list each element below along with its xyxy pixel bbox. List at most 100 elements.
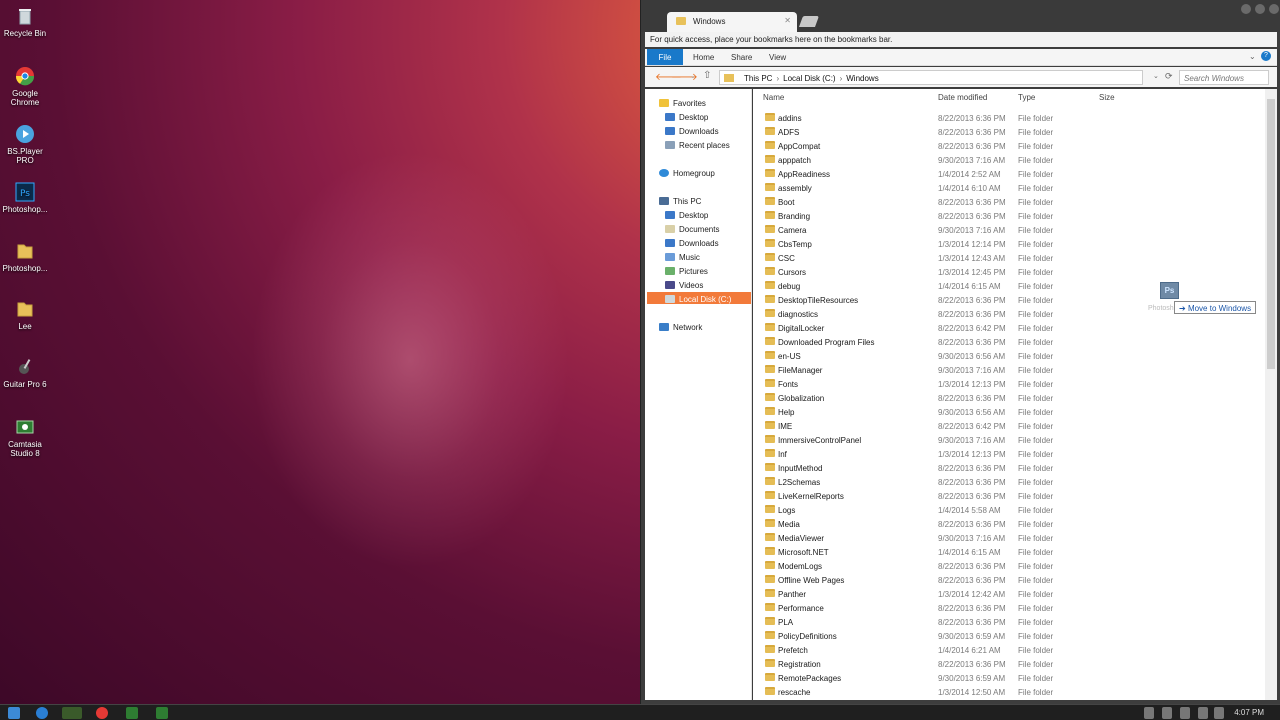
table-row[interactable]: CbsTemp 1/3/2014 12:14 PM File folder (753, 237, 1265, 251)
vertical-scrollbar[interactable] (1265, 89, 1277, 700)
nav-item-pc-desktop[interactable]: Desktop (665, 211, 708, 220)
table-row[interactable]: PolicyDefinitions 9/30/2013 6:59 AM File f… (753, 629, 1265, 643)
desktop-icon-camtasia[interactable]: Camtasia Studio 8 (0, 417, 50, 458)
breadcrumb-local-disk[interactable]: Local Disk (C:) (783, 74, 835, 83)
table-row[interactable]: en-US 9/30/2013 6:56 AM File folder (753, 349, 1265, 363)
app-icon[interactable] (62, 707, 82, 719)
help-icon[interactable]: ? (1261, 51, 1271, 61)
start-icon[interactable] (8, 707, 20, 719)
tray-icon[interactable] (1144, 707, 1154, 719)
table-row[interactable]: Offline Web Pages 8/22/2013 6:36 PM File f… (753, 573, 1265, 587)
excel-icon[interactable] (156, 707, 168, 719)
new-tab-button[interactable] (798, 16, 820, 27)
column-header-name[interactable]: Name (763, 93, 784, 102)
volume-icon[interactable] (1214, 707, 1224, 719)
desktop-icon-photoshop[interactable]: Ps Photoshop... (0, 182, 50, 214)
nav-item-videos[interactable]: Videos (665, 281, 703, 290)
nav-item-recent[interactable]: Recent places (665, 141, 730, 150)
table-row[interactable]: ADFS 8/22/2013 6:36 PM File folder (753, 125, 1265, 139)
table-row[interactable]: Registration 8/22/2013 6:36 PM File folder (753, 657, 1265, 671)
table-row[interactable]: debug 1/4/2014 6:15 AM File folder (753, 279, 1265, 293)
refresh-icon[interactable]: ⟳ (1165, 71, 1173, 82)
desktop-icon-photoshop-folder[interactable]: Photoshop... (0, 241, 50, 273)
table-row[interactable]: FileManager 9/30/2013 7:16 AM File folder (753, 363, 1265, 377)
network-tray-icon[interactable] (1198, 707, 1208, 719)
tray-icon[interactable] (1180, 707, 1190, 719)
table-row[interactable]: rescache 1/3/2014 12:50 AM File folder (753, 685, 1265, 699)
table-row[interactable]: RemotePackages 9/30/2013 6:59 AM File fold… (753, 671, 1265, 685)
ie-icon[interactable] (36, 707, 48, 719)
ribbon-tab-view[interactable]: View (769, 49, 786, 65)
table-row[interactable]: ImmersiveControlPanel 9/30/2013 7:16 AM Fi… (753, 433, 1265, 447)
table-row[interactable]: MediaViewer 9/30/2013 7:16 AM File folder (753, 531, 1265, 545)
table-row[interactable]: Boot 8/22/2013 6:36 PM File folder (753, 195, 1265, 209)
column-header-size[interactable]: Size (1099, 93, 1115, 102)
nav-homegroup[interactable]: Homegroup (659, 169, 715, 178)
table-row[interactable]: Help 9/30/2013 6:56 AM File folder (753, 405, 1265, 419)
table-row[interactable]: Panther 1/3/2014 12:42 AM File folder (753, 587, 1265, 601)
table-row[interactable]: Inf 1/3/2014 12:13 PM File folder (753, 447, 1265, 461)
table-row[interactable]: DigitalLocker 8/22/2013 6:42 PM File folde… (753, 321, 1265, 335)
nav-item-downloads[interactable]: Downloads (665, 127, 719, 136)
table-row[interactable]: LiveKernelReports 8/22/2013 6:36 PM File f… (753, 489, 1265, 503)
address-dropdown-icon[interactable]: ⌄ (1153, 72, 1159, 80)
tab-windows[interactable]: Windows ✕ (667, 12, 797, 32)
nav-item-pc-downloads[interactable]: Downloads (665, 239, 719, 248)
desktop-icon-chrome[interactable]: Google Chrome (0, 66, 50, 107)
table-row[interactable]: Logs 1/4/2014 5:58 AM File folder (753, 503, 1265, 517)
desktop-icon-recycle-bin[interactable]: Recycle Bin (0, 6, 50, 38)
recent-locations-icon[interactable]: ⌄ (690, 72, 696, 80)
table-row[interactable]: Prefetch 1/4/2014 6:21 AM File folder (753, 643, 1265, 657)
close-icon[interactable]: ✕ (784, 16, 791, 25)
nav-item-documents[interactable]: Documents (665, 225, 719, 234)
table-row[interactable]: Cursors 1/3/2014 12:45 PM File folder (753, 265, 1265, 279)
nav-item-local-disk[interactable]: Local Disk (C:) (665, 295, 731, 304)
table-row[interactable]: PLA 8/22/2013 6:36 PM File folder (753, 615, 1265, 629)
table-row[interactable]: AppReadiness 1/4/2014 2:52 AM File folder (753, 167, 1265, 181)
table-row[interactable]: L2Schemas 8/22/2013 6:36 PM File folder (753, 475, 1265, 489)
nav-favorites[interactable]: Favorites (659, 99, 706, 108)
breadcrumb-windows[interactable]: Windows (846, 74, 878, 83)
table-row[interactable]: addins 8/22/2013 6:36 PM File folder (753, 111, 1265, 125)
table-row[interactable]: IME 8/22/2013 6:42 PM File folder (753, 419, 1265, 433)
table-row[interactable]: ModemLogs 8/22/2013 6:36 PM File folder (753, 559, 1265, 573)
table-row[interactable]: Fonts 1/3/2014 12:13 PM File folder (753, 377, 1265, 391)
nav-item-pictures[interactable]: Pictures (665, 267, 708, 276)
desktop-icon-bsplayer[interactable]: BS.Player PRO (0, 124, 50, 165)
table-row[interactable]: apppatch 9/30/2013 7:16 AM File folder (753, 153, 1265, 167)
maximize-button[interactable] (1255, 4, 1265, 14)
table-row[interactable]: CSC 1/3/2014 12:43 AM File folder (753, 251, 1265, 265)
address-field[interactable]: This PC › Local Disk (C:) › Windows (719, 70, 1143, 85)
nav-network[interactable]: Network (659, 323, 702, 332)
scroll-thumb[interactable] (1267, 99, 1275, 369)
table-row[interactable]: Camera 9/30/2013 7:16 AM File folder (753, 223, 1265, 237)
table-row[interactable]: AppCompat 8/22/2013 6:36 PM File folder (753, 139, 1265, 153)
desktop-icon-lee[interactable]: Lee (0, 299, 50, 331)
clock[interactable]: 4:07 PM (1234, 708, 1264, 717)
table-row[interactable]: Media 8/22/2013 6:36 PM File folder (753, 517, 1265, 531)
breadcrumb-this-pc[interactable]: This PC (744, 74, 772, 83)
nav-item-desktop[interactable]: Desktop (665, 113, 708, 122)
column-header-type[interactable]: Type (1018, 93, 1035, 102)
ribbon-tab-home[interactable]: Home (693, 49, 714, 65)
desktop-icon-guitar-pro[interactable]: Guitar Pro 6 (0, 357, 50, 389)
close-window-button[interactable] (1269, 4, 1279, 14)
column-header-date[interactable]: Date modified (938, 93, 987, 102)
table-row[interactable]: InputMethod 8/22/2013 6:36 PM File folder (753, 461, 1265, 475)
minimize-button[interactable] (1241, 4, 1251, 14)
up-icon[interactable]: ⇧ (703, 70, 711, 81)
tray-icon[interactable] (1162, 707, 1172, 719)
search-input[interactable]: Search Windows (1179, 70, 1269, 85)
chrome-taskbar-icon[interactable] (96, 707, 108, 719)
table-row[interactable]: Downloaded Program Files 8/22/2013 6:36 P… (753, 335, 1265, 349)
chevron-down-icon[interactable]: ⌄ (1249, 52, 1256, 61)
table-row[interactable]: Microsoft.NET 1/4/2014 6:15 AM File folder (753, 545, 1265, 559)
table-row[interactable]: Performance 8/22/2013 6:36 PM File folder (753, 601, 1265, 615)
nav-item-music[interactable]: Music (665, 253, 700, 262)
camtasia-taskbar-icon[interactable] (126, 707, 138, 719)
table-row[interactable]: Globalization 8/22/2013 6:36 PM File folde… (753, 391, 1265, 405)
ribbon-tab-file[interactable]: File (647, 49, 683, 65)
ribbon-tab-share[interactable]: Share (731, 49, 752, 65)
nav-this-pc[interactable]: This PC (659, 197, 701, 206)
table-row[interactable]: assembly 1/4/2014 6:10 AM File folder (753, 181, 1265, 195)
